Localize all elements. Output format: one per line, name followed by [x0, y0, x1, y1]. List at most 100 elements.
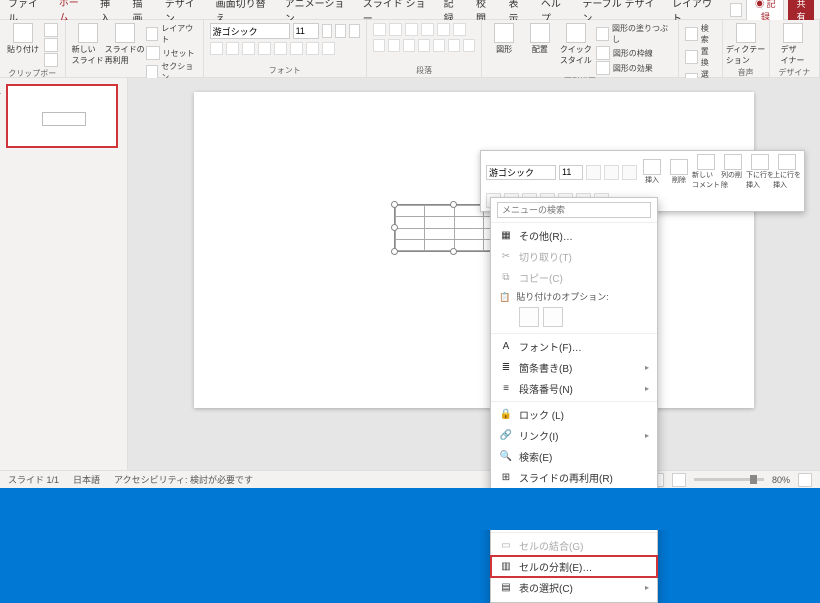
status-language[interactable]: 日本語	[73, 473, 100, 486]
mini-font-name[interactable]	[486, 165, 556, 180]
text-direction-button[interactable]	[453, 23, 466, 36]
select-table-icon: ▤	[499, 581, 513, 595]
cut-icon[interactable]	[44, 23, 58, 37]
copy-icon[interactable]	[44, 38, 58, 52]
align-center-button[interactable]	[388, 39, 400, 52]
mini-insert-row-below-button[interactable]: 下に行を 挿入	[748, 154, 772, 190]
change-case-button[interactable]	[306, 42, 319, 55]
mini-delete-col-button[interactable]: 列の削除	[721, 154, 745, 190]
zoom-percent[interactable]: 80%	[772, 475, 790, 485]
comments-icon[interactable]	[730, 3, 743, 17]
shape-effects-menu[interactable]: 図形の効果	[596, 61, 672, 75]
group-designer: デザ イナー デザイナー	[770, 20, 820, 77]
status-accessibility[interactable]: アクセシビリティ: 検討が必要です	[114, 473, 253, 486]
ctx-item-font[interactable]: Aフォント(F)…	[491, 336, 657, 357]
resize-handle[interactable]	[391, 248, 398, 255]
slide-thumbnail-1[interactable]	[6, 84, 118, 148]
align-right-button[interactable]	[403, 39, 415, 52]
mini-insert-button[interactable]: 挿入	[640, 159, 664, 185]
italic-button[interactable]	[226, 42, 239, 55]
shape-outline-menu[interactable]: 図形の枠線	[596, 46, 672, 60]
slideshow-view-button[interactable]	[672, 473, 686, 487]
quick-styles-button[interactable]: クイック スタイル	[560, 23, 592, 66]
layout-menu[interactable]: レイアウト	[146, 23, 197, 45]
paste-option-1[interactable]	[519, 307, 539, 327]
reset-button[interactable]: リセット	[146, 46, 197, 60]
ctx-item-link[interactable]: 🔗リンク(I)▸	[491, 425, 657, 446]
numbering-icon: ≡	[499, 382, 513, 396]
thumbnail-pane[interactable]	[0, 78, 128, 470]
ctx-item-search[interactable]: 🔍検索(E)	[491, 446, 657, 467]
line-spacing-button[interactable]	[437, 23, 450, 36]
replace-button[interactable]: 置換	[685, 46, 716, 68]
ctx-paste-header: 📋貼り付けのオプション:	[491, 288, 657, 305]
ctx-item-cut: ✂切り取り(T)	[491, 246, 657, 267]
ctx-item-select-table[interactable]: ▤表の選択(C)▸	[491, 577, 657, 598]
slide[interactable]	[194, 92, 754, 408]
slide-canvas-area[interactable]	[128, 78, 820, 470]
ctx-item-numbering[interactable]: ≡段落番号(N)▸	[491, 378, 657, 399]
justify-button[interactable]	[418, 39, 430, 52]
format-painter-icon[interactable]	[44, 53, 58, 67]
status-bar: スライド 1/1 日本語 アクセシビリティ: 検討が必要です 80%	[0, 470, 820, 488]
resize-handle[interactable]	[391, 224, 398, 231]
ctx-paste-options	[491, 305, 657, 331]
resize-handle[interactable]	[450, 248, 457, 255]
ctx-item-reuse-slides[interactable]: ⊞スライドの再利用(R)	[491, 467, 657, 488]
reuse-slides-button[interactable]: スライドの 再利用	[108, 23, 142, 66]
mini-format-painter-icon[interactable]	[622, 165, 637, 180]
fit-window-button[interactable]	[798, 473, 812, 487]
strike-button[interactable]	[258, 42, 271, 55]
group-slides: 新しい スライド スライドの 再利用 レイアウト リセット セクション スライド	[66, 20, 204, 77]
menu-search-input[interactable]	[497, 202, 651, 218]
group-font: フォント	[204, 20, 367, 77]
paste-button[interactable]: 貼り付け	[6, 23, 40, 55]
mini-delete-button[interactable]: 削除	[667, 159, 691, 185]
new-slide-button[interactable]: 新しい スライド	[72, 23, 104, 66]
spacing-button[interactable]	[290, 42, 303, 55]
bold-button[interactable]	[210, 42, 223, 55]
shapes-button[interactable]: 図形	[488, 23, 520, 55]
paste-option-2[interactable]	[543, 307, 563, 327]
ctx-item-bullets[interactable]: ≣箇条書き(B)▸	[491, 357, 657, 378]
taskbar	[0, 488, 820, 530]
font-name-select[interactable]	[210, 23, 290, 39]
bullets-button[interactable]	[373, 23, 386, 36]
group-drawing: 図形 配置 クイック スタイル 図形の塗りつぶし 図形の枠線 図形の効果 図形描…	[482, 20, 678, 77]
resize-handle[interactable]	[391, 201, 398, 208]
decrease-font-icon[interactable]	[335, 24, 346, 38]
columns-button[interactable]	[433, 39, 445, 52]
mini-new-comment-button[interactable]: 新しい コメント	[694, 154, 718, 190]
ribbon-tabs: ファイル ホーム 挿入 描画 デザイン 画面切り替え アニメーション スライド …	[0, 0, 820, 20]
context-menu: ▦その他(R)… ✂切り取り(T) ⧉コピー(C) 📋貼り付けのオプション: A…	[490, 197, 658, 603]
resize-handle[interactable]	[450, 201, 457, 208]
align-left-button[interactable]	[373, 39, 385, 52]
mini-increase-font-icon[interactable]	[586, 165, 601, 180]
designer-button[interactable]: デザ イナー	[776, 23, 810, 66]
font-color-button[interactable]	[322, 42, 335, 55]
underline-button[interactable]	[242, 42, 255, 55]
arrange-button[interactable]: 配置	[524, 23, 556, 55]
font-size-select[interactable]	[293, 23, 319, 39]
indent-dec-button[interactable]	[405, 23, 418, 36]
lock-icon: 🔒	[499, 408, 513, 422]
mini-font-size[interactable]	[559, 165, 583, 180]
mini-insert-row-above-button[interactable]: 上に行を 挿入	[775, 154, 799, 190]
ctx-item-split-cells[interactable]: ▥セルの分割(E)…	[491, 556, 657, 577]
zoom-slider[interactable]	[694, 478, 764, 481]
shadow-button[interactable]	[274, 42, 287, 55]
mini-decrease-font-icon[interactable]	[604, 165, 619, 180]
clear-format-icon[interactable]	[349, 24, 360, 38]
indent-inc-button[interactable]	[421, 23, 434, 36]
align-text-button[interactable]	[448, 39, 460, 52]
numbering-button[interactable]	[389, 23, 402, 36]
smartart-button[interactable]	[463, 39, 475, 52]
ribbon: 貼り付け クリップボード 新しい スライド スライドの 再利用 レイアウト リセ…	[0, 20, 820, 78]
shape-fill-menu[interactable]: 図形の塗りつぶし	[596, 23, 672, 45]
merge-cells-icon: ▭	[499, 539, 513, 553]
ctx-item-lock[interactable]: 🔒ロック (L)	[491, 404, 657, 425]
ctx-item-other[interactable]: ▦その他(R)…	[491, 225, 657, 246]
dictate-button[interactable]: ディクテー ション	[729, 23, 763, 66]
find-button[interactable]: 検索	[685, 23, 716, 45]
increase-font-icon[interactable]	[322, 24, 333, 38]
